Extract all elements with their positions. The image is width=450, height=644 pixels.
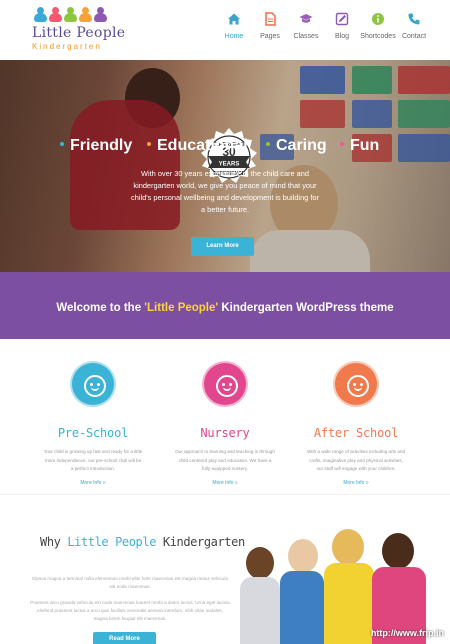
nav-item-label: Shortcodes bbox=[360, 33, 396, 40]
program-title[interactable]: Nursery bbox=[175, 426, 275, 440]
baby-face-icon bbox=[202, 361, 248, 407]
nav-item-blog[interactable]: Blog bbox=[324, 12, 360, 40]
hero-keyword: Educational bbox=[147, 137, 248, 155]
girl-face-icon bbox=[333, 361, 379, 407]
read-more-button[interactable]: Read More bbox=[93, 632, 156, 644]
hero-keywords: Friendly Educational Caring Fun bbox=[60, 137, 400, 157]
nav-item-label: Contact bbox=[401, 33, 427, 40]
program-description: Your child is growing up fast and ready … bbox=[43, 449, 143, 471]
welcome-band: Welcome to the 'Little People' Kindergar… bbox=[0, 272, 450, 339]
badge-unit: YEARS bbox=[219, 162, 240, 168]
more-info-link[interactable]: More Info » bbox=[43, 480, 143, 486]
hero-description: With over 30 years experience in the chi… bbox=[131, 169, 319, 214]
logo-figure bbox=[64, 7, 77, 23]
logo-figure bbox=[79, 7, 92, 23]
programs-section: Pre-School Your child is growing up fast… bbox=[0, 339, 450, 494]
program-card-after-school: After School With a wide range of activi… bbox=[306, 361, 406, 486]
nav-item-label: Home bbox=[224, 33, 244, 40]
home-icon bbox=[228, 13, 240, 25]
nav-item-classes[interactable]: Classes bbox=[288, 12, 324, 40]
hero-keyword: Caring bbox=[266, 137, 327, 155]
logo-figure bbox=[34, 7, 47, 23]
children-photo bbox=[232, 525, 450, 644]
logo-figure bbox=[49, 7, 62, 23]
hero-banner: EXPERIENCE 30 YEARS EXPERIENCE Friendly … bbox=[0, 60, 450, 272]
pencil-icon bbox=[335, 12, 349, 26]
program-description: With a wide range of activities includin… bbox=[306, 449, 406, 471]
logo-title: Little People bbox=[32, 25, 126, 41]
more-info-link[interactable]: More Info » bbox=[306, 480, 406, 486]
nav-item-label: Classes bbox=[293, 33, 319, 40]
nav-item-shortcodes[interactable]: Shortcodes bbox=[360, 12, 396, 40]
site-logo[interactable]: Little People Kindergarten bbox=[32, 7, 126, 51]
nav-item-label: Blog bbox=[334, 33, 349, 40]
program-description: Our approach to learning and teaching is… bbox=[175, 449, 275, 471]
why-paragraph: Dipsos magna a terminal nulla elementum … bbox=[32, 576, 228, 589]
boy-face-icon bbox=[70, 361, 116, 407]
more-info-link[interactable]: More Info » bbox=[175, 480, 275, 486]
nav-item-pages[interactable]: Pages bbox=[252, 12, 288, 40]
nav-item-home[interactable]: Home bbox=[216, 12, 252, 40]
logo-figures bbox=[34, 7, 118, 23]
why-section: Why Little People Kindergarten Dipsos ma… bbox=[0, 494, 450, 644]
graduation-cap-icon bbox=[299, 14, 313, 23]
hero-keyword: Fun bbox=[340, 137, 379, 155]
program-card-pre-school: Pre-School Your child is growing up fast… bbox=[43, 361, 143, 486]
why-paragraph: Praesent arcu gravida vehicula est node … bbox=[30, 600, 230, 621]
why-title: Why Little People Kindergarten bbox=[40, 535, 245, 549]
info-icon bbox=[372, 13, 384, 25]
nav-item-contact[interactable]: Contact bbox=[396, 12, 432, 40]
learn-more-button[interactable]: Learn More bbox=[191, 237, 254, 256]
program-title[interactable]: After School bbox=[306, 426, 406, 440]
watermark: http://www.frip.in bbox=[370, 628, 444, 638]
welcome-title: Welcome to the 'Little People' Kindergar… bbox=[56, 302, 394, 314]
document-icon bbox=[265, 12, 276, 26]
logo-subtitle: Kindergarten bbox=[32, 42, 102, 51]
hero-keyword: Friendly bbox=[60, 137, 132, 155]
program-title[interactable]: Pre-School bbox=[43, 426, 143, 440]
phone-icon bbox=[408, 13, 420, 25]
site-header: Little People Kindergarten Home Pages Cl… bbox=[0, 0, 450, 60]
logo-figure bbox=[94, 7, 107, 23]
nav-item-label: Pages bbox=[260, 33, 280, 40]
main-nav: Home Pages Classes Blog Shortcodes Conta… bbox=[216, 12, 432, 40]
program-card-nursery: Nursery Our approach to learning and tea… bbox=[175, 361, 275, 486]
